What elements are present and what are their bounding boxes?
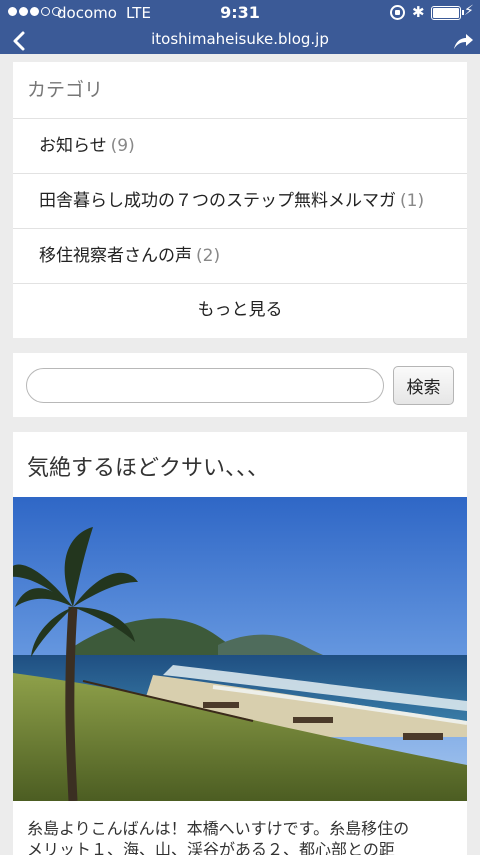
category-count: (1) (400, 191, 425, 211)
excerpt-line: 糸島よりこんばんは！本橋へいすけです。糸島移住の (27, 819, 410, 838)
search-input[interactable] (26, 368, 384, 403)
excerpt-line: メリット１、海、山、渓谷がある２、都心部との距 (27, 840, 395, 855)
category-item-visitor-voices[interactable]: 移住視察者さんの声 (2) (13, 229, 467, 284)
blog-post: 気絶するほどクサい、、、 糸島よりこんばんは！本橋へいすけです。糸島移住の メリ… (13, 432, 467, 855)
bluetooth-icon: ✱ (412, 3, 425, 21)
category-label: お知らせ (39, 136, 107, 156)
status-bar: docomo LTE 9:31 ✱ ⚡ (0, 0, 480, 26)
rotation-lock-icon (390, 5, 405, 20)
category-count: (9) (110, 136, 135, 156)
clock: 9:31 (220, 3, 260, 22)
battery-icon (431, 6, 464, 20)
browser-top-bar: docomo LTE 9:31 ✱ ⚡ itoshimaheisuke.blog… (0, 0, 480, 54)
category-label: 田舎暮らし成功の７つのステップ無料メルマガ (39, 191, 396, 211)
post-title[interactable]: 気絶するほどクサい、、、 (27, 450, 269, 482)
category-item-news[interactable]: お知らせ (9) (13, 119, 467, 174)
charging-icon: ⚡ (464, 3, 474, 19)
search-button[interactable]: 検索 (393, 366, 454, 405)
post-excerpt: 糸島よりこんばんは！本橋へいすけです。糸島移住の メリット１、海、山、渓谷がある… (27, 818, 459, 855)
share-icon[interactable] (452, 30, 474, 52)
category-count: (2) (196, 246, 221, 266)
search-widget: 検索 (13, 353, 467, 417)
category-widget: カテゴリ お知らせ (9) 田舎暮らし成功の７つのステップ無料メルマガ (1) 移住… (13, 62, 467, 338)
category-item-newsletter[interactable]: 田舎暮らし成功の７つのステップ無料メルマガ (1) (13, 174, 467, 229)
category-label: 移住視察者さんの声 (39, 246, 192, 266)
category-title: カテゴリ (13, 62, 467, 119)
url-bar: itoshimaheisuke.blog.jp (0, 26, 480, 54)
see-more-link[interactable]: もっと見る (13, 284, 467, 337)
page-url[interactable]: itoshimaheisuke.blog.jp (0, 30, 480, 48)
post-image[interactable] (13, 497, 467, 801)
